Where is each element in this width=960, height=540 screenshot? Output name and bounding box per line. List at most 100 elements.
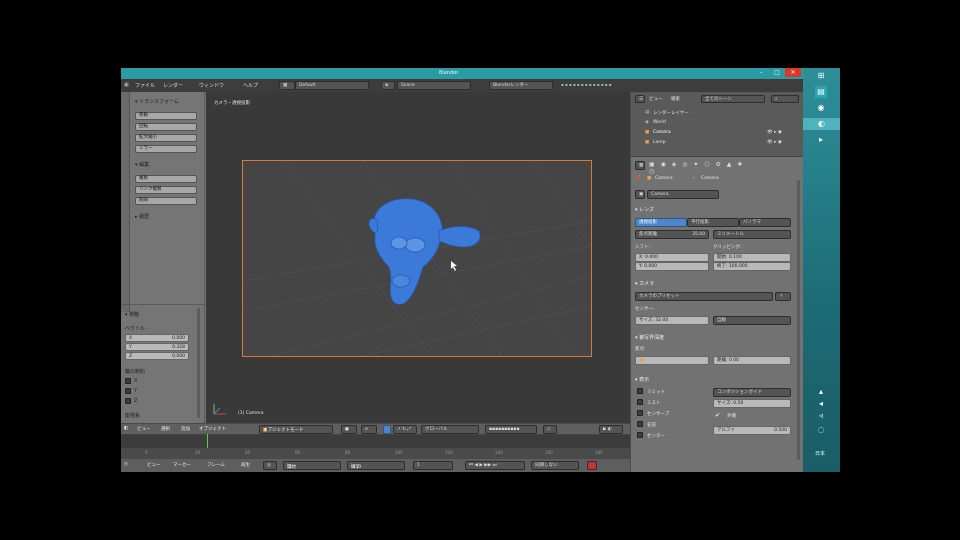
tl-menu-frame[interactable]: フレーム [207,462,225,468]
timeline-area[interactable]: 0 20 40 60 80 100 120 140 160 180 [121,434,630,458]
clip-end-field[interactable]: 終了: 100.000 [713,262,791,271]
mirror-button[interactable]: ミラー [135,145,197,153]
mist-checkbox[interactable] [637,399,643,405]
duplicate-button[interactable]: 複製 [135,175,197,183]
lens-header[interactable]: ▾ レンズ [635,206,654,213]
dof-header[interactable]: ▾ 被写界深度 [635,334,664,341]
datablock-icon[interactable]: ▣ [635,190,645,199]
constraint-z-checkbox[interactable] [125,398,131,404]
outliner-item[interactable]: World [653,120,666,125]
visibility-icons[interactable]: 👁 ▸ ◉ [767,130,782,135]
shift-y-field[interactable]: Y: 0.000 [635,262,709,271]
orientation-select[interactable]: グローバル [421,425,479,434]
scene-icon[interactable]: ◈ [381,81,395,90]
playback-controls[interactable]: ⏮ ◀ ▶ ▶▶ ⏭ [465,461,525,470]
sensor-checkbox[interactable] [637,410,643,416]
tl-menu-marker[interactable]: マーカー [173,462,191,468]
outliner-editor-icon[interactable]: ☰ [635,95,645,103]
outliner-item[interactable]: Lamp [653,140,666,145]
constraint-x-checkbox[interactable] [125,378,131,384]
render-engine-select[interactable]: Blenderレンダー [489,81,553,90]
layout-select[interactable]: Default [295,81,369,90]
rotate-button[interactable]: 回転 [135,123,197,131]
edit-header[interactable]: ▾ 編集 [135,161,149,168]
alpha-field[interactable]: アルファ 0.500 [713,426,791,435]
translate-button[interactable]: 移動 [135,112,197,120]
focus-distance-field[interactable]: 距離: 0.00 [713,356,791,365]
end-frame-field[interactable]: 終了: 250 [347,461,405,470]
tool-tabs[interactable] [121,92,130,312]
menu-file[interactable]: ファイル [135,82,155,89]
clip-start-field[interactable]: 開始: 0.100 [713,253,791,262]
record-icon[interactable]: ◎ [263,461,277,470]
properties-editor[interactable]: ▦ ▣ ◉ ◈ ◎ ✦ ⬡ ⚙ ▲ ✚ ◷ 📌 ■ Camera › Camer… [631,158,803,472]
composition-guide-select[interactable]: コンポジションガイド [713,388,791,397]
sensor-size-field[interactable]: サイズ: 32.00 [635,316,709,325]
tl-menu-view[interactable]: ビュー [147,462,161,468]
ime-icon[interactable]: ◌ [815,424,827,436]
tab-perspective[interactable]: 透視投影 [635,218,687,227]
properties-scrollbar[interactable] [797,180,800,460]
delete-button[interactable]: 削除 [135,197,197,205]
start-frame-field[interactable]: 開始: 1 [283,461,341,470]
menu-window[interactable]: ウィンドウ [199,82,224,89]
layer-buttons[interactable]: ▪▪▪▪▪▪▪▪▪▪ [485,425,537,434]
properties-editor-icon[interactable]: ▦ [635,161,645,170]
camera-header[interactable]: ▾ カメラ [635,280,654,287]
tool-scrollbar[interactable] [197,308,200,418]
snap-icon[interactable]: ◇ [543,425,557,434]
properties-tabs[interactable]: ▣ ◉ ◈ ◎ ✦ ⬡ ⚙ ▲ ✚ ◷ [649,161,749,175]
network-icon[interactable]: ◂ [815,398,827,410]
lens-unit-select[interactable]: ミリメートル [713,230,791,239]
passepartout-check-icon[interactable]: ✔ [715,412,720,419]
menu-select[interactable]: 選択 [161,426,170,432]
vector-z-field[interactable]: Z 0.000 [125,352,189,360]
auto-key-button[interactable] [587,461,597,470]
display-size-field[interactable]: サイズ: 0.50 [713,399,791,408]
menu-object[interactable]: オブジェクト [199,426,226,432]
manipulator-icon[interactable] [383,425,391,434]
current-frame-marker[interactable] [207,434,208,448]
add-preset-button[interactable]: ＋ [775,292,791,301]
breadcrumb-pin-icon[interactable]: 📌 [635,176,641,181]
outliner[interactable]: ☰ ビュー 検索 全てのシーン ⌕ ▤ レンダーレイヤー ◉ World ■ C… [631,92,803,157]
datablock-name-field[interactable]: Camera [647,190,719,199]
sync-select[interactable]: 同期しない [531,461,579,470]
scale-button[interactable]: 拡大縮小 [135,134,197,142]
menu-render[interactable]: レンダー [163,82,183,89]
pivot-icon[interactable]: ⟡ [361,425,377,434]
chevron-icon[interactable]: ▸ [815,134,827,146]
editor-type-icon[interactable]: ◧ [124,426,128,431]
constraint-y-checkbox[interactable] [125,388,131,394]
maximize-icon[interactable]: □ [769,68,785,77]
sensor-fit-select[interactable]: 自動 [713,316,791,325]
scene-select[interactable]: Scene [397,81,471,90]
close-button[interactable]: ✕ [785,68,801,77]
render-preview-button[interactable]: ▶ ◐ [599,425,623,434]
tray-arrow-icon[interactable]: ▴ [815,386,827,398]
minimize-button[interactable]: – [753,68,769,77]
name-checkbox[interactable] [637,421,643,427]
manipulator-types[interactable]: ↗ ↻ ⤢ [393,425,417,434]
outliner-item[interactable]: Camera [653,130,671,135]
outliner-filter-select[interactable]: 全てのシーン [701,95,765,103]
windows-icon[interactable]: ⊞ [815,70,827,82]
transform-header[interactable]: ▾ トランスフォーム [135,98,179,105]
vector-x-field[interactable]: X 0.000 [125,334,189,342]
editor-type-icon[interactable]: ▣ [124,82,129,88]
tl-menu-playback[interactable]: 再生 [241,462,250,468]
outliner-search-field[interactable]: ⌕ [771,95,799,103]
blender-icon[interactable]: ◉ [815,102,827,114]
center-checkbox[interactable] [637,432,643,438]
outliner-view-menu[interactable]: ビュー [649,96,663,102]
shift-x-field[interactable]: X: 0.000 [635,253,709,262]
volume-icon[interactable]: ◃ [815,410,827,422]
tab-orthographic[interactable]: 平行投影 [687,218,739,227]
camera-presets-select[interactable]: カメラのプリセット [635,292,773,301]
layout-icon[interactable]: ▦ [279,81,295,90]
menu-help[interactable]: ヘルプ [243,82,258,89]
display-header[interactable]: ▾ 表示 [635,376,649,383]
current-frame-field[interactable]: 1 [413,461,453,470]
mode-select[interactable]: ■ オブジェクトモード [259,425,333,434]
app-icon[interactable]: ◐ [803,118,840,130]
